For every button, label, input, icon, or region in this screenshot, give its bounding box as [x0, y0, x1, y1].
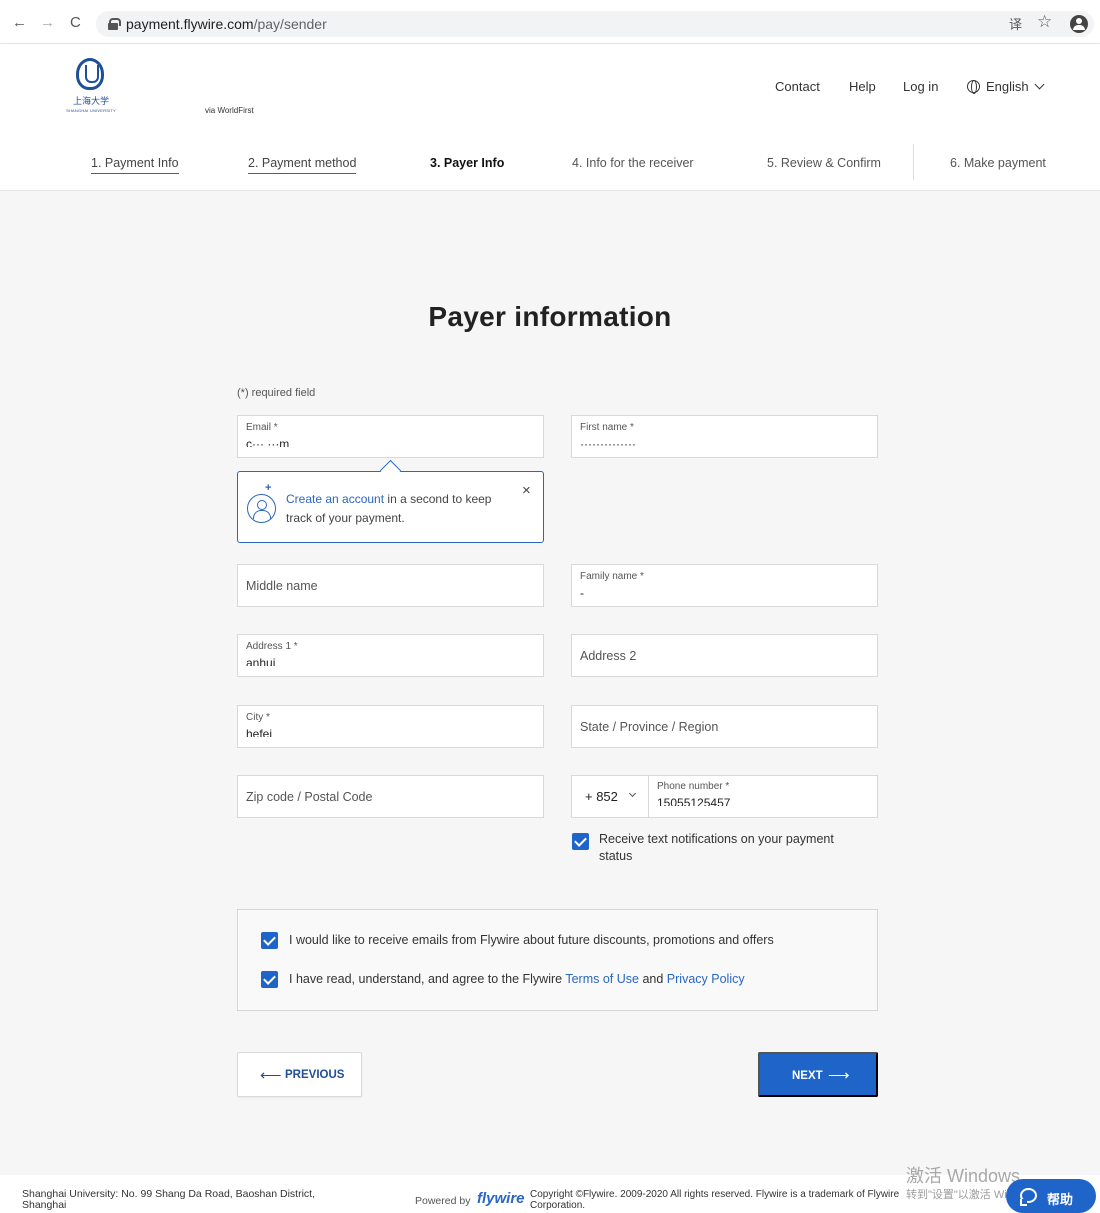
marketing-emails-label: I would like to receive emails from Flyw… — [289, 933, 774, 947]
chevron-down-icon — [628, 789, 637, 798]
logo-chinese-name: 上海大学 — [72, 97, 109, 107]
nav-contact[interactable]: Contact — [775, 79, 820, 94]
lock-icon — [108, 18, 121, 30]
help-label: 帮助 — [1047, 1192, 1074, 1207]
reload-icon[interactable]: C — [70, 14, 81, 31]
address1-label: Address 1 * — [246, 641, 298, 652]
globe-icon — [967, 80, 980, 94]
step-info-receiver: 4. Info for the receiver — [572, 156, 694, 170]
page-title: Payer information — [428, 301, 672, 332]
logo-english-name: SHANGHAI UNIVERSITY — [66, 108, 116, 113]
language-selector[interactable]: English — [967, 79, 1045, 94]
sms-notifications-label: Receive text notifications on your payme… — [599, 832, 834, 863]
browser-toolbar: ← → C payment.flywire.com/pay/sender 译 ☆ — [0, 0, 1100, 44]
state-field[interactable]: State / Province / Region — [571, 705, 878, 748]
sms-notifications-checkbox[interactable] — [572, 833, 589, 850]
terms-of-use-link[interactable]: Terms of Use — [565, 972, 639, 986]
step-payment-method[interactable]: 2. Payment method — [248, 156, 357, 174]
step-review-confirm: 5. Review & Confirm — [767, 156, 881, 170]
previous-label: PREVIOUS — [285, 1069, 345, 1081]
address1-field[interactable]: Address 1 * anhui — [237, 634, 544, 677]
footer-address: Shanghai University: No. 99 Shang Da Roa… — [22, 1188, 315, 1211]
zip-placeholder: Zip code / Postal Code — [246, 790, 373, 804]
city-field[interactable]: City * hefei — [237, 705, 544, 748]
required-note: (*) required field — [237, 387, 316, 399]
first-name-value: ·············· — [580, 437, 636, 447]
main-content: Payer information (*) required field Ema… — [0, 191, 1100, 1175]
close-icon[interactable]: × — [522, 482, 531, 499]
translate-icon[interactable]: 译 — [1009, 14, 1022, 33]
address2-placeholder: Address 2 — [580, 649, 637, 663]
url-text: payment.flywire.com/pay/sender — [126, 16, 327, 32]
address2-field[interactable]: Address 2 — [571, 634, 878, 677]
marketing-emails-checkbox[interactable] — [261, 932, 278, 949]
chat-bubble-icon — [1020, 1188, 1037, 1206]
university-logo: 上海大学 SHANGHAI UNIVERSITY — [58, 58, 124, 120]
family-name-value: - — [580, 586, 584, 596]
windows-activation-title: 激活 Windows — [906, 1166, 1021, 1186]
create-account-link[interactable]: Create an account — [286, 492, 384, 506]
middle-name-field[interactable]: Middle name — [237, 564, 544, 607]
language-label: English — [986, 79, 1029, 94]
family-name-label: Family name * — [580, 571, 644, 582]
create-account-text: Create an account in a second to keep tr… — [286, 490, 516, 528]
family-name-field[interactable]: Family name * - — [571, 564, 878, 607]
phone-country-code: + 852 — [585, 789, 618, 804]
nav-login[interactable]: Log in — [903, 79, 938, 94]
via-partner: via WorldFirst — [205, 106, 254, 115]
phone-label: Phone number * — [657, 781, 730, 792]
state-placeholder: State / Province / Region — [580, 720, 719, 734]
step-payer-info: 3. Payer Info — [430, 156, 505, 170]
city-label: City * — [246, 712, 270, 723]
forward-icon[interactable]: → — [40, 14, 55, 31]
phone-value: 15055125457 — [657, 796, 731, 806]
profile-icon[interactable] — [1070, 15, 1088, 33]
help-chat-button[interactable]: 帮助 — [1006, 1179, 1096, 1213]
bookmark-star-icon[interactable]: ☆ — [1037, 12, 1052, 32]
next-button[interactable]: NEXT ⟶ — [758, 1052, 878, 1097]
middle-name-placeholder: Middle name — [246, 579, 318, 593]
privacy-policy-link[interactable]: Privacy Policy — [667, 972, 745, 986]
email-field[interactable]: Email * c··· ···m — [237, 415, 544, 458]
step-divider — [913, 144, 914, 180]
arrow-right-icon: ⟶ — [828, 1067, 850, 1084]
first-name-field[interactable]: First name * ·············· — [571, 415, 878, 458]
back-icon[interactable]: ← — [12, 14, 27, 31]
next-label: NEXT — [792, 1070, 823, 1082]
email-label: Email * — [246, 422, 278, 433]
create-account-popover: + Create an account in a second to keep … — [237, 471, 544, 543]
email-value: c··· ···m — [246, 437, 290, 447]
previous-button[interactable]: ⟵ PREVIOUS — [237, 1052, 362, 1097]
site-header: 上海大学 SHANGHAI UNIVERSITY via WorldFirst … — [0, 44, 1100, 134]
flywire-logo: flywire — [477, 1190, 525, 1207]
city-value: hefei — [246, 727, 273, 737]
address-bar[interactable]: payment.flywire.com/pay/sender — [96, 11, 1094, 37]
powered-by: Powered by — [415, 1195, 471, 1207]
nav-help[interactable]: Help — [849, 79, 876, 94]
user-plus-icon — [247, 494, 276, 523]
progress-steps: 1. Payment Info 2. Payment method 3. Pay… — [0, 134, 1100, 191]
phone-number-field[interactable]: Phone number * 15055125457 — [648, 775, 878, 818]
consent-box: I would like to receive emails from Flyw… — [237, 909, 878, 1011]
first-name-label: First name * — [580, 422, 634, 433]
footer-copyright: Copyright ©Flywire. 2009-2020 All rights… — [530, 1189, 900, 1211]
terms-label: I have read, understand, and agree to th… — [289, 972, 745, 986]
arrow-left-icon: ⟵ — [260, 1067, 282, 1084]
terms-checkbox[interactable] — [261, 971, 278, 988]
phone-country-code-select[interactable]: + 852 — [571, 775, 649, 818]
university-seal-icon — [76, 58, 104, 90]
step-make-payment: 6. Make payment — [950, 156, 1046, 170]
step-payment-info[interactable]: 1. Payment Info — [91, 156, 179, 174]
chevron-down-icon — [1034, 79, 1045, 90]
plus-icon: + — [265, 482, 272, 494]
zip-field[interactable]: Zip code / Postal Code — [237, 775, 544, 818]
address1-value: anhui — [246, 656, 276, 666]
